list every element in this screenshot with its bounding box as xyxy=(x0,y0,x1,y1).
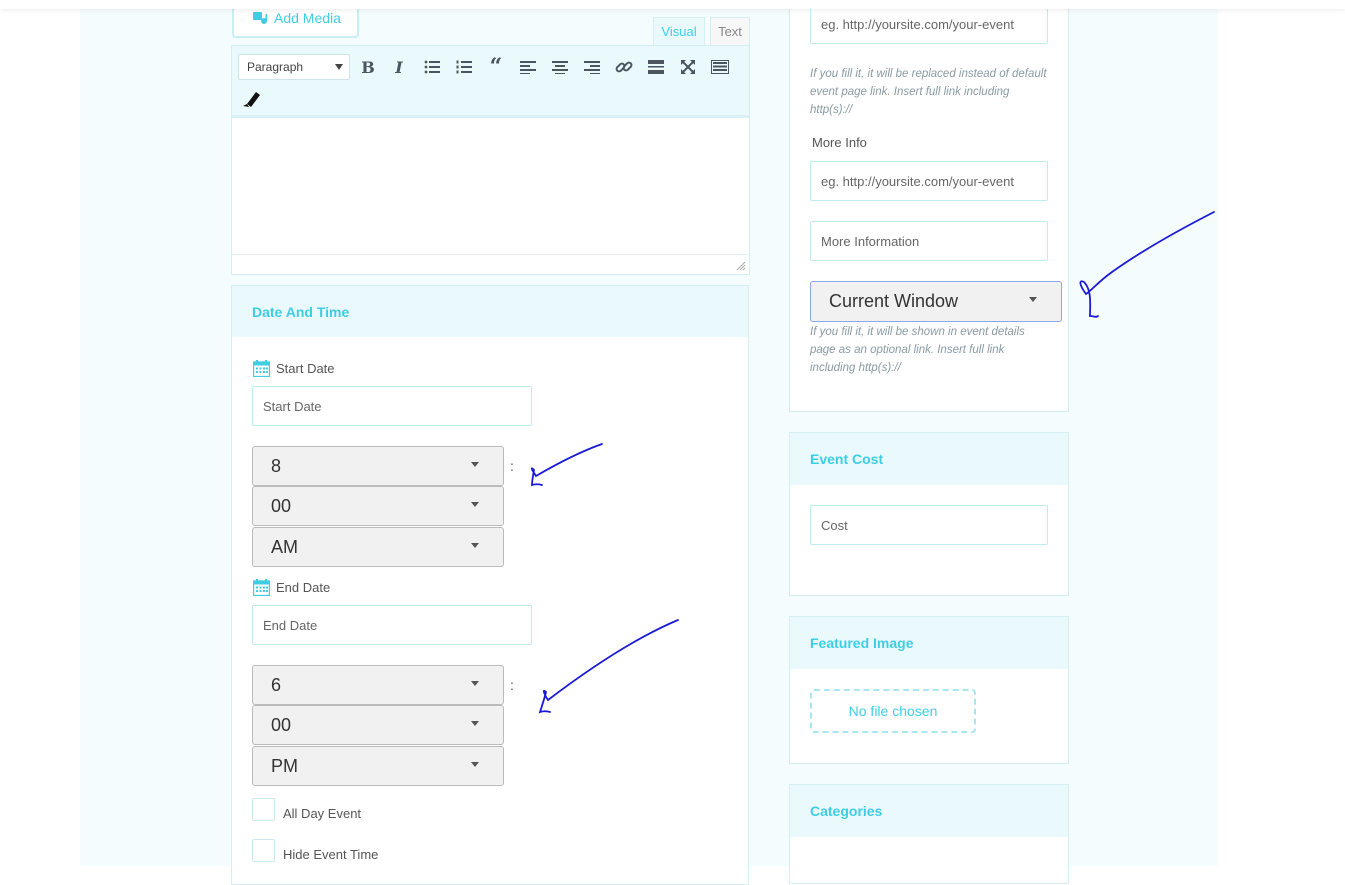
calendar-icon xyxy=(253,359,270,377)
event-link-input[interactable]: eg. http://yoursite.com/your-event xyxy=(810,5,1048,44)
end-date-label: End Date xyxy=(276,579,331,595)
chevron-down-icon xyxy=(471,502,479,507)
tab-text[interactable]: Text xyxy=(710,17,750,45)
end-date-input[interactable]: End Date xyxy=(252,605,532,645)
highlighter-icon[interactable] xyxy=(241,88,261,108)
start-date-input[interactable]: Start Date xyxy=(252,386,532,426)
fullscreen-icon[interactable] xyxy=(678,57,698,77)
tab-visual[interactable]: Visual xyxy=(653,17,705,45)
end-hour-select[interactable]: 6 xyxy=(252,665,504,705)
numbered-list-icon[interactable] xyxy=(454,57,474,77)
format-select-value: Paragraph xyxy=(247,60,304,74)
resize-handle-icon[interactable] xyxy=(736,261,746,271)
event-link-hint: If you fill it, it will be replaced inst… xyxy=(810,68,1047,116)
start-hour-value: 8 xyxy=(271,455,282,476)
read-more-icon[interactable] xyxy=(646,57,666,77)
chevron-down-icon xyxy=(471,721,479,726)
start-date-label-row: Start Date xyxy=(253,359,335,377)
all-day-label: All Day Event xyxy=(283,806,362,821)
more-info-hint: If you fill it, it will be shown in even… xyxy=(810,326,1025,374)
end-minute-value: 00 xyxy=(271,714,292,735)
chevron-down-icon xyxy=(471,762,479,767)
bullet-list-icon[interactable] xyxy=(422,57,442,77)
end-minute-select[interactable]: 00 xyxy=(252,705,504,745)
time-separator: : xyxy=(510,677,514,693)
chevron-down-icon xyxy=(471,462,479,467)
end-date-label-row: End Date xyxy=(253,578,330,596)
hide-time-checkbox[interactable] xyxy=(252,839,275,862)
featured-image-title: Featured Image xyxy=(790,617,1068,669)
chevron-down-icon xyxy=(471,681,479,686)
align-right-icon[interactable] xyxy=(582,57,602,77)
calendar-icon xyxy=(253,578,270,596)
chevron-down-icon xyxy=(335,64,343,70)
start-date-label: Start Date xyxy=(276,360,335,376)
editor-text-area[interactable] xyxy=(232,121,749,254)
hide-time-label: Hide Event Time xyxy=(283,847,379,862)
align-left-icon[interactable] xyxy=(518,57,538,77)
date-time-title: Date And Time xyxy=(232,286,748,337)
all-day-checkbox[interactable] xyxy=(252,798,275,821)
italic-icon[interactable]: I xyxy=(389,57,409,77)
featured-image-button[interactable]: No file chosen xyxy=(810,689,976,733)
link-icon[interactable] xyxy=(614,57,634,77)
bold-icon[interactable]: B xyxy=(358,57,378,77)
chevron-down-icon xyxy=(471,543,479,548)
media-icon xyxy=(253,12,268,24)
end-ampm-value: PM xyxy=(271,755,298,776)
more-info-label: More Info xyxy=(812,135,867,150)
keyboard-icon[interactable] xyxy=(710,57,730,77)
more-info-url-input[interactable]: eg. http://yoursite.com/your-event xyxy=(810,161,1048,201)
link-target-select[interactable]: Current Window xyxy=(810,281,1062,322)
add-media-label: Add Media xyxy=(274,10,341,26)
more-info-title-input[interactable]: More Information xyxy=(810,221,1048,261)
end-ampm-select[interactable]: PM xyxy=(252,746,504,786)
start-hour-select[interactable]: 8 xyxy=(252,446,504,486)
start-minute-value: 00 xyxy=(271,495,292,516)
start-minute-select[interactable]: 00 xyxy=(252,486,504,526)
top-bar xyxy=(0,0,1345,9)
editor-status-bar xyxy=(232,254,749,274)
event-cost-title: Event Cost xyxy=(790,433,1068,485)
blockquote-icon[interactable]: “ xyxy=(486,54,506,80)
end-hour-value: 6 xyxy=(271,674,282,695)
align-center-icon[interactable] xyxy=(550,57,570,77)
time-separator: : xyxy=(510,458,514,474)
categories-title: Categories xyxy=(790,785,1068,837)
start-ampm-value: AM xyxy=(271,536,298,557)
chevron-down-icon xyxy=(1029,297,1037,302)
link-target-value: Current Window xyxy=(829,291,959,311)
format-select[interactable]: Paragraph xyxy=(238,54,350,80)
cost-input[interactable]: Cost xyxy=(810,505,1048,545)
start-ampm-select[interactable]: AM xyxy=(252,527,504,567)
